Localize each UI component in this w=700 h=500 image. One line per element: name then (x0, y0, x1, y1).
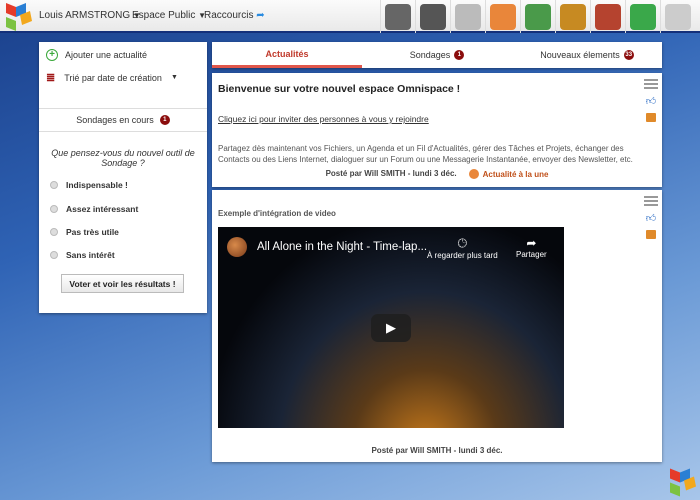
share-button[interactable]: ➦ Partager (516, 236, 547, 259)
count-badge: 33 (623, 50, 634, 60)
space-menu[interactable]: Espace Public ▼ (132, 10, 206, 21)
channel-avatar[interactable] (227, 237, 247, 257)
like-icon[interactable]: 👍︎ (646, 212, 656, 224)
omnispace-logo[interactable] (2, 1, 34, 32)
poll-option[interactable]: Sans intérêt (50, 250, 115, 260)
top-bar: Louis ARMSTRONG ▼ Espace Public ▼ Raccou… (0, 0, 700, 33)
poll-question: Que pensez-vous du nouvel outil de Sonda… (51, 148, 195, 168)
app-glyph (665, 3, 691, 30)
app-glyph (630, 3, 656, 30)
sort-icon: ≣ (46, 72, 56, 84)
app-glyph (420, 3, 446, 30)
tab-new-items[interactable]: Nouveaux élements 33 (512, 42, 662, 68)
tasks-app-icon[interactable] (590, 0, 625, 33)
announce-app-icon[interactable] (485, 0, 520, 33)
caret-down-icon: ▼ (170, 74, 178, 81)
poll-option[interactable]: Indispensable ! (50, 180, 128, 190)
radio-button[interactable] (50, 181, 58, 189)
post-meta: Posté par Will SMITH - lundi 3 déc. (371, 446, 503, 455)
app-glyph (490, 3, 516, 30)
news-post: Bienvenue sur votre nouvel espace Omnisp… (212, 73, 662, 187)
video-post: Exemple d'intégration de video All Alone… (212, 190, 662, 462)
count-badge: 1 (454, 50, 465, 60)
news-app-icon[interactable] (380, 0, 415, 33)
play-icon: ▶ (386, 320, 396, 335)
post-title: Bienvenue sur votre nouvel espace Omnisp… (218, 83, 461, 95)
sort-dropdown[interactable]: ≣ Trié par date de création ▼ (46, 71, 178, 84)
radio-button[interactable] (50, 251, 58, 259)
invite-link[interactable]: Cliquez ici pour inviter des personnes à… (218, 114, 429, 124)
shortcuts-menu[interactable]: Raccourcis ➦ (204, 10, 265, 21)
mail-app-icon[interactable] (660, 0, 695, 33)
post-title: Exemple d'intégration de video (218, 209, 336, 218)
like-icon[interactable]: 👍︎ (646, 95, 656, 107)
app-launcher (380, 0, 695, 33)
messenger-app-icon[interactable] (625, 0, 660, 33)
menu-icon[interactable] (644, 79, 658, 89)
links-app-icon[interactable] (555, 0, 590, 33)
comment-icon[interactable] (646, 230, 656, 239)
clock-icon: 🕒︎ (457, 236, 468, 250)
play-button[interactable]: ▶ (371, 314, 411, 342)
plus-circle-icon: + (46, 49, 58, 61)
contacts-app-icon[interactable] (520, 0, 555, 33)
app-glyph (455, 3, 481, 30)
post-meta: Posté par Will SMITH - lundi 3 déc. (325, 169, 457, 178)
polls-header: Sondages en cours 1 (39, 108, 207, 132)
post-body: Partagez dès maintenant vos Fichiers, un… (218, 144, 633, 164)
menu-icon[interactable] (644, 196, 658, 206)
user-menu[interactable]: Louis ARMSTRONG ▼ (39, 10, 141, 21)
video-title[interactable]: All Alone in the Night - Time-lap... (257, 241, 427, 253)
polls-count-badge: 1 (159, 115, 170, 125)
app-glyph (525, 3, 551, 30)
app-glyph (595, 3, 621, 30)
featured-icon (468, 169, 479, 179)
app-glyph (385, 3, 411, 30)
poll-option[interactable]: Assez intéressant (50, 204, 138, 214)
comment-icon[interactable] (646, 113, 656, 122)
poll-option[interactable]: Pas très utile (50, 227, 119, 237)
share-icon: ➦ (526, 236, 537, 250)
omnispace-logo-small (670, 468, 696, 497)
vote-button[interactable]: Voter et voir les résultats ! (61, 274, 184, 293)
tab-polls[interactable]: Sondages 1 (362, 42, 512, 68)
featured-link[interactable]: Actualité à la une (468, 169, 548, 179)
radio-button[interactable] (50, 228, 58, 236)
radio-button[interactable] (50, 205, 58, 213)
share-arrow-icon: ➦ (256, 10, 265, 21)
left-sidebar: + Ajouter une actualité ≣ Trié par date … (39, 42, 207, 313)
add-news-button[interactable]: + Ajouter une actualité (46, 49, 147, 61)
tab-news[interactable]: Actualités (212, 42, 362, 68)
files-app-icon[interactable] (415, 0, 450, 33)
calendar-app-icon[interactable] (450, 0, 485, 33)
watch-later-button[interactable]: 🕒︎ À regarder plus tard (427, 236, 498, 260)
video-player[interactable]: All Alone in the Night - Time-lap... 🕒︎ À… (218, 227, 564, 428)
tab-bar: Actualités Sondages 1 Nouveaux élements 33 (212, 42, 662, 68)
app-glyph (560, 3, 586, 30)
